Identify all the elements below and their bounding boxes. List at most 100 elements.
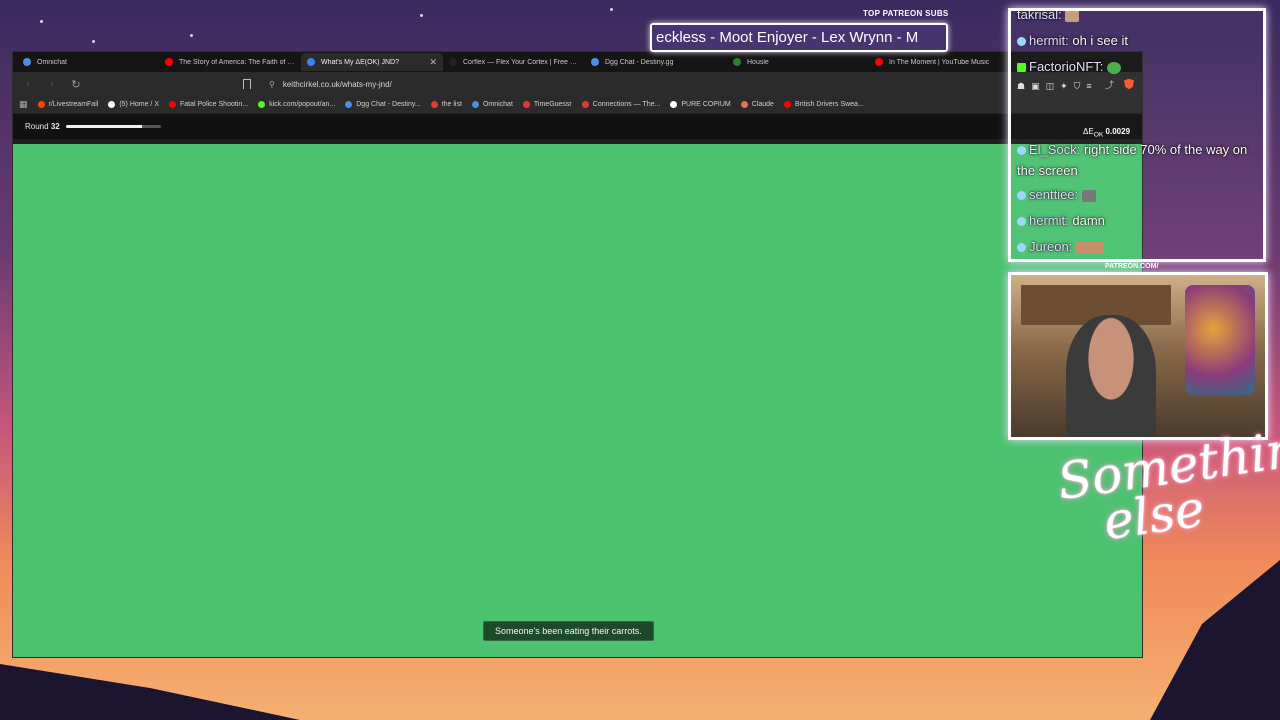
tab-favicon — [875, 58, 883, 66]
bookmark-label: (5) Home / X — [119, 101, 159, 108]
bookmark-label: PURE COPIUM — [681, 101, 731, 108]
bookmark-label: Omnichat — [482, 101, 513, 108]
emote-icon — [1081, 189, 1096, 202]
bookmark-favicon — [783, 101, 791, 108]
bookmarks-bar: ▦ r/LivestreamFail (5) Home / X Fatal Po… — [13, 96, 1142, 114]
bookmark-label: r/LivestreamFail — [48, 101, 99, 108]
bookmark-favicon — [345, 101, 353, 108]
emote-icon — [1065, 11, 1080, 22]
bookmark-item[interactable]: PURE COPIUM — [670, 101, 731, 108]
emote-icon — [1107, 61, 1122, 74]
bookmark-favicon — [258, 101, 266, 108]
tab-label: What's My ΔE(OK) JND? — [321, 58, 399, 66]
bookmark-item[interactable]: British Drivers Swea... — [783, 101, 864, 108]
reload-icon[interactable]: ↻ — [69, 78, 83, 91]
kick-icon — [1017, 63, 1026, 73]
chat-text: oh i see it — [1072, 33, 1129, 48]
round-prefix: Round — [25, 122, 49, 131]
bookmark-item[interactable]: kick.com/popout/an... — [258, 101, 335, 108]
tab[interactable]: Dgg Chat - Destiny.gg — [585, 53, 727, 71]
chat-message: hermit: oh i see it — [1017, 33, 1128, 48]
round-number: 32 — [50, 122, 60, 131]
bookmark-label: British Drivers Swea... — [794, 101, 864, 108]
tab-label: Corflex — Flex Your Cortex | Free Brain.… — [463, 58, 579, 66]
overlay-toolbar: ☗ ▣ ◫ ✦ ⛉ ≡ — [1017, 81, 1092, 92]
shield-icon: ⛉ — [1073, 81, 1081, 91]
tab-label: Dgg Chat - Destiny.gg — [605, 58, 674, 66]
site-info-icon[interactable]: ⚲ — [269, 80, 275, 89]
chat-message: Jureon: — [1017, 239, 1104, 254]
badge-icon — [1017, 37, 1026, 47]
palm-silhouette — [1150, 560, 1280, 720]
tab[interactable]: Corflex — Flex Your Cortex | Free Brain.… — [443, 53, 585, 71]
chat-message: El_Sock: right side 70% of the way on th… — [1017, 139, 1263, 181]
bookmark-label: kick.com/popout/an... — [269, 101, 336, 108]
tab-favicon — [733, 58, 741, 66]
badge-icon — [1017, 217, 1026, 227]
bookmark-favicon — [471, 101, 479, 108]
back-icon[interactable]: ‹ — [21, 78, 35, 90]
bookmark-favicon — [740, 101, 748, 108]
star — [40, 20, 43, 23]
bookmark-item[interactable]: (5) Home / X — [108, 101, 159, 108]
puzzle-icon: ✦ — [1060, 81, 1068, 91]
tab-active[interactable]: What's My ΔE(OK) JND? ✕ — [301, 53, 443, 71]
chat-user: Jureon: — [1029, 239, 1073, 254]
bookmark-label: Connections — The... — [592, 101, 661, 108]
bookmark-favicon — [108, 101, 116, 108]
game-header: Round 32 — [13, 114, 1142, 139]
chat-user: senttiee: — [1029, 187, 1079, 202]
bookmark-item[interactable]: Dgg Chat - Destiny... — [345, 101, 421, 108]
bookmark-favicon — [522, 101, 530, 108]
chat-message: hermit: damn — [1017, 213, 1105, 228]
bookmark-item[interactable]: r/LivestreamFail — [37, 101, 99, 108]
apps-grid-icon[interactable]: ▦ — [19, 99, 28, 110]
tab-favicon — [449, 58, 457, 66]
hint-toast: Someone's been eating their carrots. — [483, 621, 654, 641]
bookmark-label: the list — [441, 101, 462, 108]
bookmark-item[interactable]: Claude — [740, 101, 774, 108]
browser-toolbar: ‹ › ↻ ⚲ keithcirkel.co.uk/whats-my-jnd/ … — [13, 72, 1142, 96]
tab-favicon — [23, 58, 31, 66]
delta-readout: ΔEOK 0.0029 — [1083, 127, 1130, 139]
bookmark-item[interactable]: TimeGuessr — [522, 101, 572, 108]
color-test-area[interactable]: Someone's been eating their carrots. — [13, 144, 1142, 657]
url-text[interactable]: keithcirkel.co.uk/whats-my-jnd/ — [283, 80, 392, 89]
chat-user: FactorioNFT: — [1029, 59, 1104, 74]
round-progress-bar — [65, 125, 161, 128]
chat-overlay: takrisal: hermit: oh i see it FactorioNF… — [1008, 8, 1266, 262]
tab-favicon — [591, 58, 599, 66]
tab-label: The Story of America: The Faith of Our..… — [179, 58, 295, 66]
marquee-text: eckless - Moot Enjoyer - Lex Wrynn - M — [656, 29, 919, 46]
bookmark-label: Fatal Police Shootin... — [180, 101, 249, 108]
forward-icon[interactable]: › — [45, 78, 59, 90]
tab[interactable]: Omnichat — [17, 53, 159, 71]
address-bar[interactable]: ⚲ keithcirkel.co.uk/whats-my-jnd/ — [261, 75, 1095, 93]
badge-icon — [1017, 243, 1026, 253]
bookmark-favicon — [581, 101, 589, 108]
bookmark-label: Dgg Chat - Destiny... — [356, 101, 421, 108]
bookmark-label: Claude — [751, 101, 774, 108]
star — [92, 40, 95, 43]
menu-icon: ≡ — [1086, 81, 1092, 91]
tab[interactable]: Housle — [727, 53, 869, 71]
patreon-marquee: eckless - Moot Enjoyer - Lex Wrynn - M — [650, 23, 948, 52]
chat-user: hermit: — [1029, 33, 1069, 48]
chat-message: senttiee: — [1017, 187, 1096, 202]
bookmark-favicon — [670, 101, 678, 108]
webcam-feed — [1008, 272, 1268, 440]
bookmark-item[interactable]: Fatal Police Shootin... — [169, 101, 248, 108]
bookmark-item[interactable]: Omnichat — [471, 101, 513, 108]
delta-sub: OK — [1093, 131, 1104, 139]
close-icon[interactable]: ✕ — [429, 57, 437, 68]
delta-label: ΔE — [1083, 127, 1094, 136]
bookmark-icon[interactable] — [243, 79, 251, 89]
bookmark-item[interactable]: the list — [430, 101, 462, 108]
tab[interactable]: In The Moment | YouTube Music — [869, 53, 1011, 71]
badge-icon — [1017, 146, 1026, 156]
chat-text: damn — [1072, 213, 1105, 228]
chat-message: takrisal: — [1017, 11, 1080, 22]
bookmark-label: TimeGuessr — [533, 101, 572, 108]
bookmark-item[interactable]: Connections — The... — [581, 101, 661, 108]
tab[interactable]: The Story of America: The Faith of Our..… — [159, 53, 301, 71]
